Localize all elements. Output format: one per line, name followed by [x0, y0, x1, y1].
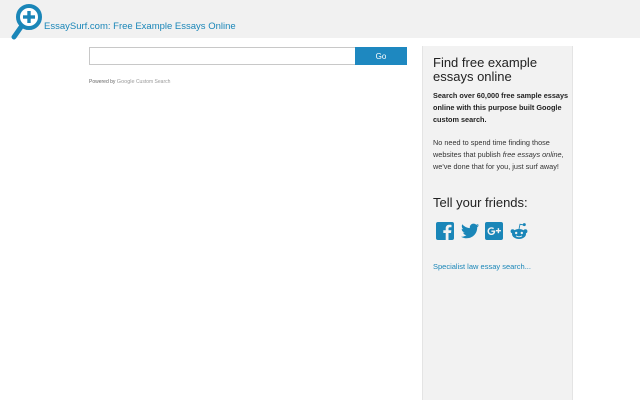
- search-input[interactable]: [89, 47, 357, 65]
- tell-friends-heading: Tell your friends:: [433, 195, 528, 210]
- sidebar-panel: Find free example essays online Search o…: [422, 46, 573, 400]
- site-title-link[interactable]: EssaySurf.com: Free Example Essays Onlin…: [44, 21, 236, 32]
- facebook-icon[interactable]: [435, 221, 455, 241]
- twitter-icon[interactable]: [460, 221, 480, 241]
- sidebar-title: Find free example essays online: [433, 55, 538, 84]
- powered-by-google: Powered by Google Custom Search: [89, 79, 170, 85]
- google-plus-icon[interactable]: [484, 221, 504, 241]
- magnifier-plus-icon[interactable]: [11, 4, 45, 40]
- custom-search-label: Custom Search: [135, 79, 171, 85]
- go-button[interactable]: Go: [355, 47, 407, 65]
- description-emphasis: free essays online: [502, 150, 562, 159]
- sidebar-description: No need to spend time finding those webs…: [433, 137, 569, 173]
- powered-by-label: Powered by: [89, 79, 116, 85]
- header-bar: EssaySurf.com: Free Example Essays Onlin…: [0, 0, 640, 40]
- law-essay-search-link[interactable]: Specialist law essay search...: [433, 262, 531, 271]
- sidebar-intro: Search over 60,000 free sample essays on…: [433, 91, 569, 124]
- reddit-icon[interactable]: [509, 221, 529, 241]
- google-logo: Google: [116, 79, 135, 85]
